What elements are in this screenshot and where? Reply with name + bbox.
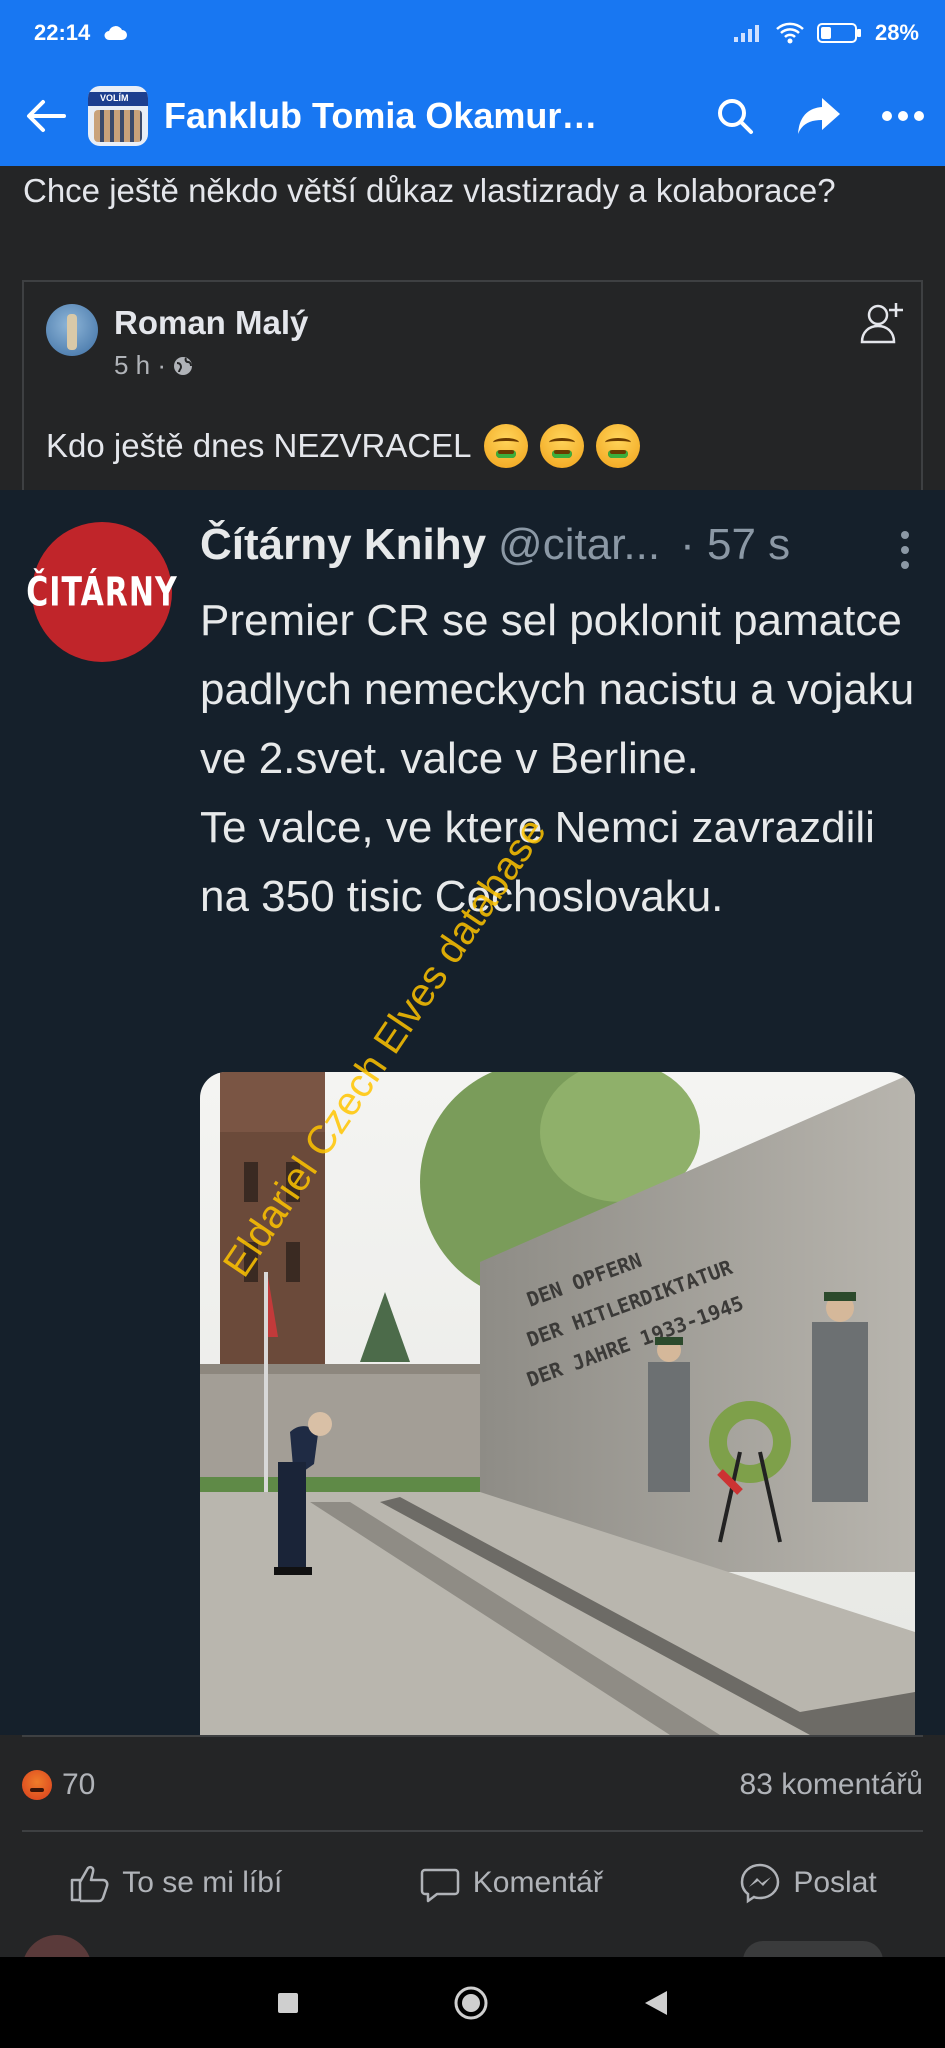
globe-icon	[174, 356, 193, 375]
tweet-text-line: Premier CR se sel poklonit pamatce padly…	[200, 596, 915, 783]
app-bar: VOLÍM Fanklub Tomia Okamur…	[0, 66, 945, 166]
next-comment-peek	[22, 1935, 923, 1957]
angry-reaction-icon	[22, 1770, 52, 1800]
tweet-avatar-logo-text: ČITÁRNY	[26, 568, 178, 616]
status-bar: 22:14 28%	[0, 0, 945, 66]
divider	[22, 1735, 923, 1737]
system-nav-bar	[0, 1957, 945, 2048]
cloud-icon	[104, 26, 128, 40]
send-button[interactable]: Poslat	[739, 1862, 877, 1904]
tweet-author-handle: @citar...	[498, 520, 661, 569]
tweet-screenshot-image[interactable]: ČITÁRNY Čítárny Knihy @citar... · 57 s P…	[0, 490, 945, 1735]
home-button[interactable]	[452, 1984, 490, 2022]
group-avatar[interactable]: VOLÍM	[88, 86, 148, 146]
back-nav-button[interactable]	[643, 1989, 669, 2017]
thumbs-up-icon	[70, 1865, 109, 1903]
more-horizontal-icon	[882, 111, 924, 121]
comment-bubble-icon	[420, 1868, 460, 1903]
tweet-time: · 57 s	[680, 520, 791, 569]
tweet-author-avatar: ČITÁRNY	[26, 522, 177, 662]
signal-icon	[733, 25, 759, 42]
group-avatar-text: VOLÍM	[100, 93, 129, 103]
like-label: To se mi líbí	[122, 1866, 283, 1899]
messenger-icon	[741, 1863, 780, 1904]
like-button[interactable]: To se mi líbí	[68, 1862, 282, 1904]
reactions-summary[interactable]: 70	[22, 1768, 95, 1802]
post-text: Chce ještě někdo větší důkaz vlastizrady…	[23, 172, 836, 209]
shared-post-card[interactable]: Roman Malý 5 h · Kdo ještě dnes NEZVRACE…	[22, 280, 923, 490]
search-button[interactable]	[711, 92, 759, 140]
shared-post-time: 5 h ·	[114, 350, 167, 380]
add-person-icon	[860, 303, 903, 344]
tweet-text-line: Te valce, ve ktere Nemci zavrazdili na 3…	[200, 803, 875, 921]
wifi-icon	[776, 22, 804, 44]
reaction-count: 70	[62, 1768, 96, 1801]
battery-icon	[816, 23, 861, 43]
arrow-left-icon	[27, 100, 66, 132]
tweet-text: Premier CR se sel poklonit pamatce padly…	[200, 586, 920, 931]
more-vertical-icon	[901, 531, 909, 569]
tweet-author-name: Čítárny Knihy	[200, 520, 487, 569]
send-label: Poslat	[793, 1866, 877, 1899]
battery-level: 28%	[874, 20, 919, 45]
status-time: 22:14	[34, 20, 91, 45]
add-friend-button[interactable]	[857, 298, 907, 348]
share-button[interactable]	[795, 92, 843, 140]
comment-button[interactable]: Komentář	[419, 1862, 603, 1904]
shared-author-name[interactable]: Roman Malý	[114, 304, 308, 342]
share-arrow-icon	[798, 98, 840, 134]
comments-count[interactable]: 83 komentářů	[740, 1768, 923, 1802]
more-options-button[interactable]	[879, 92, 927, 140]
shared-author-avatar[interactable]	[46, 304, 98, 356]
vomiting-face-emoji	[483, 424, 528, 468]
vomiting-face-emoji	[539, 424, 584, 468]
vomiting-face-emoji	[595, 424, 640, 468]
divider	[22, 1830, 923, 1832]
group-title[interactable]: Fanklub Tomia Okamur…	[164, 95, 691, 137]
search-icon	[718, 99, 753, 134]
shared-post-text: Kdo ještě dnes NEZVRACEL	[46, 427, 472, 464]
post-actions: To se mi líbí Komentář Poslat	[0, 1848, 945, 1918]
comment-label: Komentář	[472, 1866, 603, 1899]
recent-apps-button[interactable]	[276, 1991, 300, 2015]
back-button[interactable]	[24, 94, 68, 138]
